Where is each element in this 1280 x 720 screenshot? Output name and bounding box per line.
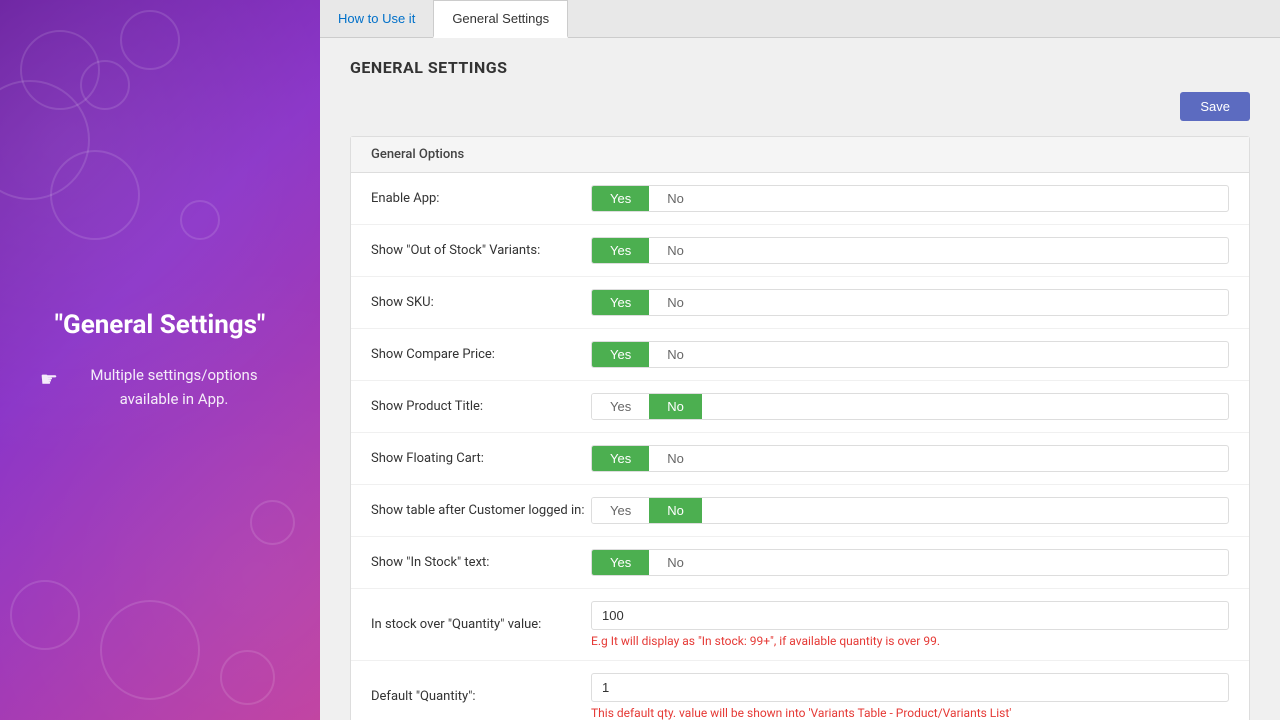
control-in-stock-text: Yes No <box>591 549 1229 576</box>
yes-out-of-stock[interactable]: Yes <box>592 238 649 263</box>
yes-in-stock-text[interactable]: Yes <box>592 550 649 575</box>
settings-row-floating-cart: Show Floating Cart: Yes No <box>351 433 1249 485</box>
label-in-stock-qty: In stock over "Quantity" value: <box>371 617 591 632</box>
input-default-qty[interactable] <box>591 673 1229 702</box>
settings-row-in-stock-text: Show "In Stock" text: Yes No <box>351 537 1249 589</box>
label-customer-logged: Show table after Customer logged in: <box>371 503 591 518</box>
label-out-of-stock: Show "Out of Stock" Variants: <box>371 243 591 258</box>
label-default-qty: Default "Quantity": <box>371 689 591 704</box>
label-in-stock-text: Show "In Stock" text: <box>371 555 591 570</box>
hint-default-qty: This default qty. value will be shown in… <box>591 706 1229 720</box>
settings-row-compare-price: Show Compare Price: Yes No <box>351 329 1249 381</box>
card-header: General Options <box>351 137 1249 173</box>
no-floating-cart[interactable]: No <box>649 446 702 471</box>
no-compare-price[interactable]: No <box>649 342 702 367</box>
sidebar-title: "General Settings" <box>40 309 280 343</box>
control-enable-app: Yes No <box>591 185 1229 212</box>
page-title: GENERAL SETTINGS <box>350 58 1250 77</box>
settings-row-in-stock-qty: In stock over "Quantity" value: E.g It w… <box>351 589 1249 661</box>
control-show-sku: Yes No <box>591 289 1229 316</box>
label-product-title: Show Product Title: <box>371 399 591 414</box>
settings-row-product-title: Show Product Title: Yes No <box>351 381 1249 433</box>
toggle-floating-cart: Yes No <box>591 445 1229 472</box>
tab-how-to-use[interactable]: How to Use it <box>320 1 433 38</box>
control-floating-cart: Yes No <box>591 445 1229 472</box>
sidebar-content: "General Settings" ☛ Multiple settings/o… <box>40 309 280 411</box>
settings-row-default-qty: Default "Quantity": This default qty. va… <box>351 661 1249 720</box>
control-in-stock-qty: E.g It will display as "In stock: 99+", … <box>591 601 1229 648</box>
no-product-title[interactable]: No <box>649 394 702 419</box>
control-product-title: Yes No <box>591 393 1229 420</box>
toggle-out-of-stock: Yes No <box>591 237 1229 264</box>
label-floating-cart: Show Floating Cart: <box>371 451 591 466</box>
yes-customer-logged[interactable]: Yes <box>592 498 649 523</box>
input-in-stock-qty[interactable] <box>591 601 1229 630</box>
sidebar-desc-text: Multiple settings/options available in A… <box>68 363 280 411</box>
no-out-of-stock[interactable]: No <box>649 238 702 263</box>
hint-in-stock-qty: E.g It will display as "In stock: 99+", … <box>591 634 1229 648</box>
toggle-in-stock-text: Yes No <box>591 549 1229 576</box>
toggle-product-title: Yes No <box>591 393 1229 420</box>
no-in-stock-text[interactable]: No <box>649 550 702 575</box>
label-enable-app: Enable App: <box>371 191 591 206</box>
toggle-show-sku: Yes No <box>591 289 1229 316</box>
hand-icon: ☛ <box>40 363 58 395</box>
toggle-customer-logged: Yes No <box>591 497 1229 524</box>
control-default-qty: This default qty. value will be shown in… <box>591 673 1229 720</box>
tab-general-settings[interactable]: General Settings <box>433 0 568 38</box>
control-compare-price: Yes No <box>591 341 1229 368</box>
label-compare-price: Show Compare Price: <box>371 347 591 362</box>
no-show-sku[interactable]: No <box>649 290 702 315</box>
label-show-sku: Show SKU: <box>371 295 591 310</box>
page-content: GENERAL SETTINGS Save General Options En… <box>320 38 1280 720</box>
no-enable-app[interactable]: No <box>649 186 702 211</box>
save-button[interactable]: Save <box>1180 92 1250 121</box>
settings-card: General Options Enable App: Yes No Show … <box>350 136 1250 720</box>
main-panel: How to Use it General Settings GENERAL S… <box>320 0 1280 720</box>
sidebar-description: ☛ Multiple settings/options available in… <box>40 363 280 411</box>
yes-product-title[interactable]: Yes <box>592 394 649 419</box>
settings-row-show-sku: Show SKU: Yes No <box>351 277 1249 329</box>
settings-row-enable-app: Enable App: Yes No <box>351 173 1249 225</box>
toggle-compare-price: Yes No <box>591 341 1229 368</box>
tab-bar: How to Use it General Settings <box>320 0 1280 38</box>
sidebar: "General Settings" ☛ Multiple settings/o… <box>0 0 320 720</box>
toolbar: Save <box>350 92 1250 121</box>
yes-floating-cart[interactable]: Yes <box>592 446 649 471</box>
control-out-of-stock: Yes No <box>591 237 1229 264</box>
yes-enable-app[interactable]: Yes <box>592 186 649 211</box>
no-customer-logged[interactable]: No <box>649 498 702 523</box>
toggle-enable-app: Yes No <box>591 185 1229 212</box>
yes-show-sku[interactable]: Yes <box>592 290 649 315</box>
control-customer-logged: Yes No <box>591 497 1229 524</box>
yes-compare-price[interactable]: Yes <box>592 342 649 367</box>
settings-row-out-of-stock: Show "Out of Stock" Variants: Yes No <box>351 225 1249 277</box>
settings-row-customer-logged: Show table after Customer logged in: Yes… <box>351 485 1249 537</box>
